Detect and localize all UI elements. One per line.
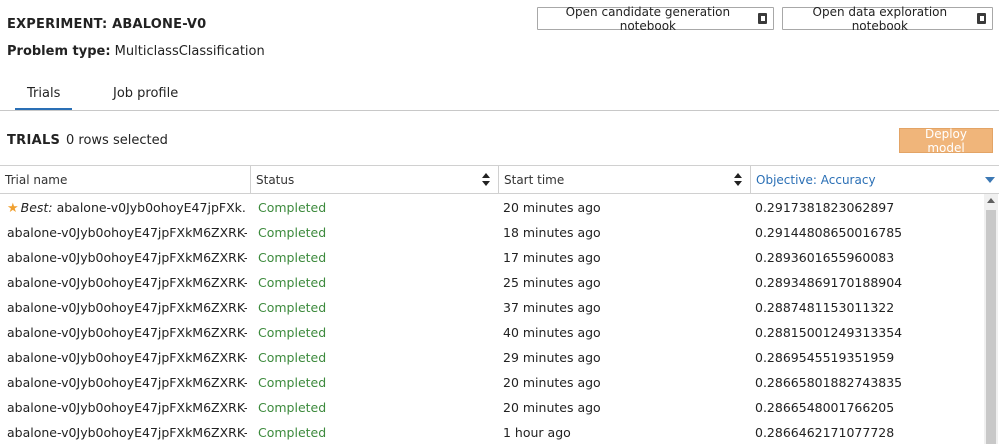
trials-table: Trial name Status Start time Objective: … — [0, 165, 999, 444]
trial-name: abalone-v0Jyb0ohoyE47jpFXkM6ZXRK-... — [7, 250, 247, 265]
table-row[interactable]: abalone-v0Jyb0ohoyE47jpFXkM6ZXRK-... Comp… — [0, 270, 983, 295]
trial-name: abalone-v0Jyb0ohoyE47jpFXkM6ZXRK-... — [7, 350, 247, 365]
objective-cell: 0.29144808650016785 — [755, 225, 903, 240]
status-cell: Completed — [258, 250, 327, 265]
trial-name: abalone-v0Jyb0ohoyE47jpFXkM6ZXRK-... — [7, 275, 247, 290]
trials-heading: TRIALS — [7, 133, 61, 148]
objective-cell: 0.28665801882743835 — [755, 375, 903, 390]
objective-cell: 0.2869545519351959 — [755, 350, 895, 365]
table-row[interactable]: abalone-v0Jyb0ohoyE47jpFXkM6ZXRK-... Comp… — [0, 370, 983, 395]
scrollbar-thumb[interactable] — [986, 210, 996, 444]
problem-type: Problem type: MulticlassClassification — [7, 44, 265, 59]
trial-name-cell[interactable]: ★ Best: abalone-v0Jyb0ohoyE47jpFXk... — [7, 200, 247, 216]
trial-name: abalone-v0Jyb0ohoyE47jpFXkM6ZXRK-... — [7, 300, 247, 315]
star-icon: ★ — [7, 201, 19, 216]
trial-name-cell[interactable]: abalone-v0Jyb0ohoyE47jpFXkM6ZXRK-... — [7, 275, 247, 290]
column-header-status-label: Status — [256, 172, 295, 187]
table-row[interactable]: abalone-v0Jyb0ohoyE47jpFXkM6ZXRK-... Comp… — [0, 245, 983, 270]
status-cell: Completed — [258, 225, 327, 240]
best-label: Best: — [20, 200, 53, 215]
trial-name: abalone-v0Jyb0ohoyE47jpFXkM6ZXRK-... — [7, 225, 247, 240]
start-time-cell: 37 minutes ago — [503, 300, 601, 315]
table-row[interactable]: abalone-v0Jyb0ohoyE47jpFXkM6ZXRK-... Comp… — [0, 320, 983, 345]
status-cell: Completed — [258, 375, 327, 390]
start-time-cell: 29 minutes ago — [503, 350, 601, 365]
open-exploration-notebook-label: Open data exploration notebook — [812, 4, 948, 33]
objective-cell: 0.2893601655960083 — [755, 250, 895, 265]
deploy-model-button[interactable]: Deploy model — [899, 127, 993, 155]
start-time-cell: 18 minutes ago — [503, 225, 601, 240]
tab-job-profile[interactable]: Job profile — [101, 86, 190, 110]
problem-type-value: MulticlassClassification — [114, 44, 265, 59]
notebook-icon — [976, 13, 986, 24]
objective-cell: 0.2866548001766205 — [755, 400, 895, 415]
trial-name: abalone-v0Jyb0ohoyE47jpFXkM6ZXRK-... — [7, 425, 247, 440]
objective-cell: 0.28815001249313354 — [755, 325, 903, 340]
problem-type-label: Problem type: — [7, 44, 111, 59]
tab-bar: Trials Job profile — [0, 84, 999, 111]
status-cell: Completed — [258, 400, 327, 415]
experiment-title: EXPERIMENT: ABALONE-V0 — [7, 17, 207, 32]
table-row[interactable]: abalone-v0Jyb0ohoyE47jpFXkM6ZXRK-... Comp… — [0, 295, 983, 320]
rows-selected-count: 0 rows selected — [66, 133, 168, 148]
column-header-start-time-label: Start time — [504, 172, 565, 187]
trial-name-cell[interactable]: abalone-v0Jyb0ohoyE47jpFXkM6ZXRK-... — [7, 225, 247, 240]
trial-name-cell[interactable]: abalone-v0Jyb0ohoyE47jpFXkM6ZXRK-... — [7, 250, 247, 265]
trial-name: abalone-v0Jyb0ohoyE47jpFXkM6ZXRK-... — [7, 400, 247, 415]
status-cell: Completed — [258, 425, 327, 440]
start-time-cell: 17 minutes ago — [503, 250, 601, 265]
status-cell: Completed — [258, 300, 327, 315]
trial-name: abalone-v0Jyb0ohoyE47jpFXk... — [56, 200, 247, 215]
vertical-scrollbar[interactable] — [984, 194, 998, 444]
start-time-cell: 20 minutes ago — [503, 400, 601, 415]
sort-toggle-icon[interactable] — [482, 173, 490, 187]
status-cell: Completed — [258, 350, 327, 365]
start-time-cell: 1 hour ago — [503, 425, 571, 440]
open-candidate-notebook-button[interactable]: Open candidate generation notebook — [537, 4, 774, 33]
status-cell: Completed — [258, 325, 327, 340]
notebook-icon — [757, 13, 767, 24]
objective-cell: 0.2917381823062897 — [755, 200, 895, 215]
status-cell: Completed — [258, 275, 327, 290]
table-row[interactable]: abalone-v0Jyb0ohoyE47jpFXkM6ZXRK-... Comp… — [0, 345, 983, 370]
start-time-cell: 20 minutes ago — [503, 200, 601, 215]
trial-name: abalone-v0Jyb0ohoyE47jpFXkM6ZXRK-... — [7, 375, 247, 390]
trial-name: abalone-v0Jyb0ohoyE47jpFXkM6ZXRK-... — [7, 325, 247, 340]
start-time-cell: 25 minutes ago — [503, 275, 601, 290]
trial-name-cell[interactable]: abalone-v0Jyb0ohoyE47jpFXkM6ZXRK-... — [7, 350, 247, 365]
table-row[interactable]: abalone-v0Jyb0ohoyE47jpFXkM6ZXRK-... Comp… — [0, 220, 983, 245]
objective-cell: 0.2887481153011322 — [755, 300, 895, 315]
sort-descending-icon[interactable] — [985, 177, 995, 183]
table-row[interactable]: abalone-v0Jyb0ohoyE47jpFXkM6ZXRK-... Comp… — [0, 395, 983, 420]
scroll-up-arrow-icon[interactable] — [987, 198, 995, 203]
column-header-start-time[interactable]: Start time — [498, 166, 750, 193]
start-time-cell: 20 minutes ago — [503, 375, 601, 390]
trial-name-cell[interactable]: abalone-v0Jyb0ohoyE47jpFXkM6ZXRK-... — [7, 400, 247, 415]
objective-cell: 0.2866462171077728 — [755, 425, 895, 440]
objective-cell: 0.28934869170188904 — [755, 275, 903, 290]
table-row[interactable]: abalone-v0Jyb0ohoyE47jpFXkM6ZXRK-... Comp… — [0, 420, 983, 444]
open-data-exploration-notebook-button[interactable]: Open data exploration notebook — [782, 4, 993, 33]
open-candidate-notebook-label: Open candidate generation notebook — [565, 4, 731, 33]
table-header: Trial name Status Start time Objective: … — [0, 165, 999, 194]
status-cell: Completed — [258, 200, 327, 215]
sort-toggle-icon[interactable] — [734, 173, 742, 187]
start-time-cell: 40 minutes ago — [503, 325, 601, 340]
column-header-status[interactable]: Status — [250, 166, 498, 193]
trial-name-cell[interactable]: abalone-v0Jyb0ohoyE47jpFXkM6ZXRK-... — [7, 325, 247, 340]
column-header-trial-name[interactable]: Trial name — [0, 166, 250, 193]
tab-trials[interactable]: Trials — [15, 86, 73, 110]
trial-name-cell[interactable]: abalone-v0Jyb0ohoyE47jpFXkM6ZXRK-... — [7, 425, 247, 440]
table-row[interactable]: ★ Best: abalone-v0Jyb0ohoyE47jpFXk... Compl… — [0, 195, 983, 220]
column-header-objective-accuracy[interactable]: Objective: Accuracy — [750, 166, 999, 193]
trial-name-cell[interactable]: abalone-v0Jyb0ohoyE47jpFXkM6ZXRK-... — [7, 375, 247, 390]
table-body: ★ Best: abalone-v0Jyb0ohoyE47jpFXk... Compl… — [0, 194, 999, 444]
column-header-objective-label: Objective: Accuracy — [756, 172, 876, 187]
trial-name-cell[interactable]: abalone-v0Jyb0ohoyE47jpFXkM6ZXRK-... — [7, 300, 247, 315]
